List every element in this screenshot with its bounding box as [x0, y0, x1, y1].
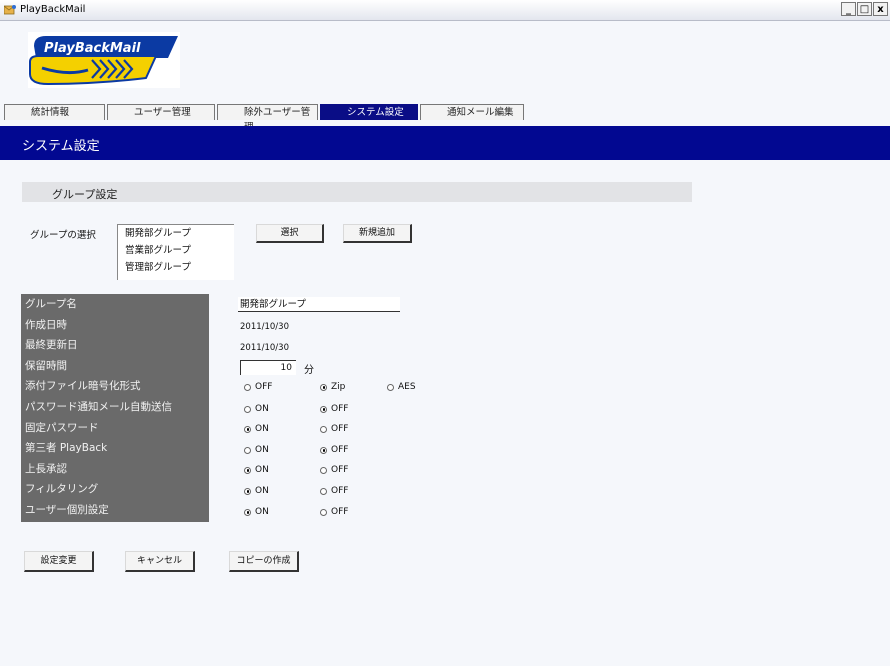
user-individual-off-radio[interactable]: OFF: [320, 507, 348, 517]
label-third-party: 第三者 PlayBack: [25, 442, 108, 455]
tab-statistics[interactable]: 統計情報: [4, 104, 105, 120]
group-name-field[interactable]: 開発部グループ: [238, 297, 400, 312]
window-title: PlayBackMail: [20, 4, 86, 15]
encryption-aes-radio[interactable]: AES: [387, 382, 416, 392]
radio-selected-icon: [244, 487, 251, 495]
approval-on-radio[interactable]: ON: [244, 465, 269, 475]
radio-icon: [320, 487, 327, 495]
password-mail-on-radio[interactable]: ON: [244, 404, 269, 414]
radio-icon: [244, 383, 251, 391]
retention-input[interactable]: 10: [240, 360, 296, 375]
main-tabs: 統計情報 ユーザー管理 除外ユーザー管理 システム設定 通知メール編集: [4, 104, 526, 133]
radio-selected-icon: [320, 383, 327, 391]
tab-user-management[interactable]: ユーザー管理: [107, 104, 215, 120]
fixed-password-on-radio[interactable]: ON: [244, 424, 269, 434]
window-titlebar: PlayBackMail _ □ x: [0, 0, 890, 21]
created-date: 2011/10/30: [240, 322, 289, 332]
encryption-zip-radio[interactable]: Zip: [320, 382, 345, 392]
radio-icon: [244, 446, 251, 454]
radio-icon: [320, 425, 327, 433]
cancel-button[interactable]: キャンセル: [125, 551, 195, 572]
tab-system-settings[interactable]: システム設定: [320, 104, 418, 120]
third-party-on-radio[interactable]: ON: [244, 445, 269, 455]
user-individual-on-radio[interactable]: ON: [244, 507, 269, 517]
updated-date: 2011/10/30: [240, 343, 289, 353]
group-listbox[interactable]: 開発部グループ 営業部グループ 管理部グループ: [117, 224, 234, 280]
logo-text: PlayBackMail: [44, 41, 141, 56]
section-title: システム設定: [22, 139, 100, 154]
group-list-item[interactable]: 開発部グループ: [118, 225, 234, 242]
label-retention: 保留時間: [25, 359, 67, 372]
label-group-name: グループ名: [25, 298, 77, 310]
fixed-password-off-radio[interactable]: OFF: [320, 424, 348, 434]
encryption-off-radio[interactable]: OFF: [244, 382, 272, 392]
select-button[interactable]: 選択: [256, 224, 324, 243]
minimize-button[interactable]: _: [841, 2, 856, 16]
label-user-individual: ユーザー個別設定: [25, 503, 109, 516]
playbackmail-logo: PlayBackMail: [28, 32, 180, 88]
copy-button[interactable]: コピーの作成: [229, 551, 299, 572]
new-group-button[interactable]: 新規追加: [343, 224, 412, 243]
radio-selected-icon: [320, 446, 327, 454]
retention-unit: 分: [304, 365, 314, 376]
third-party-off-radio[interactable]: OFF: [320, 445, 348, 455]
close-button[interactable]: x: [873, 2, 888, 16]
radio-selected-icon: [244, 508, 251, 516]
tab-excluded-users[interactable]: 除外ユーザー管理: [217, 104, 318, 133]
section-header: システム設定: [0, 126, 890, 160]
label-filtering: フィルタリング: [25, 483, 99, 496]
group-settings-title: グループ設定: [52, 188, 118, 201]
property-labels-panel: グループ名 作成日時 最終更新日 保留時間 添付ファイル暗号化形式 パスワード通…: [21, 294, 209, 522]
radio-icon: [320, 466, 327, 474]
label-fixed-password: 固定パスワード: [25, 421, 99, 434]
radio-icon: [320, 508, 327, 516]
apply-settings-button[interactable]: 設定変更: [24, 551, 94, 572]
filtering-off-radio[interactable]: OFF: [320, 486, 348, 496]
password-mail-off-radio[interactable]: OFF: [320, 404, 348, 414]
group-list-item[interactable]: 管理部グループ: [118, 259, 234, 276]
label-password-mail: パスワード通知メール自動送信: [25, 400, 172, 413]
label-updated: 最終更新日: [25, 339, 78, 352]
group-select-label: グループの選択: [30, 230, 96, 241]
group-settings-header: グループ設定: [22, 182, 692, 202]
radio-icon: [244, 405, 251, 413]
group-list-item[interactable]: 営業部グループ: [118, 242, 234, 259]
radio-selected-icon: [244, 425, 251, 433]
label-encryption: 添付ファイル暗号化形式: [25, 380, 141, 393]
radio-selected-icon: [320, 405, 327, 413]
tab-notification-mail[interactable]: 通知メール編集: [420, 104, 524, 120]
label-created: 作成日時: [25, 318, 67, 331]
radio-selected-icon: [244, 466, 251, 474]
window-controls: _ □ x: [841, 2, 888, 16]
radio-icon: [387, 383, 394, 391]
filtering-on-radio[interactable]: ON: [244, 486, 269, 496]
app-icon: [4, 5, 16, 15]
approval-off-radio[interactable]: OFF: [320, 465, 348, 475]
maximize-button[interactable]: □: [857, 2, 872, 16]
label-approval: 上長承認: [25, 462, 67, 475]
